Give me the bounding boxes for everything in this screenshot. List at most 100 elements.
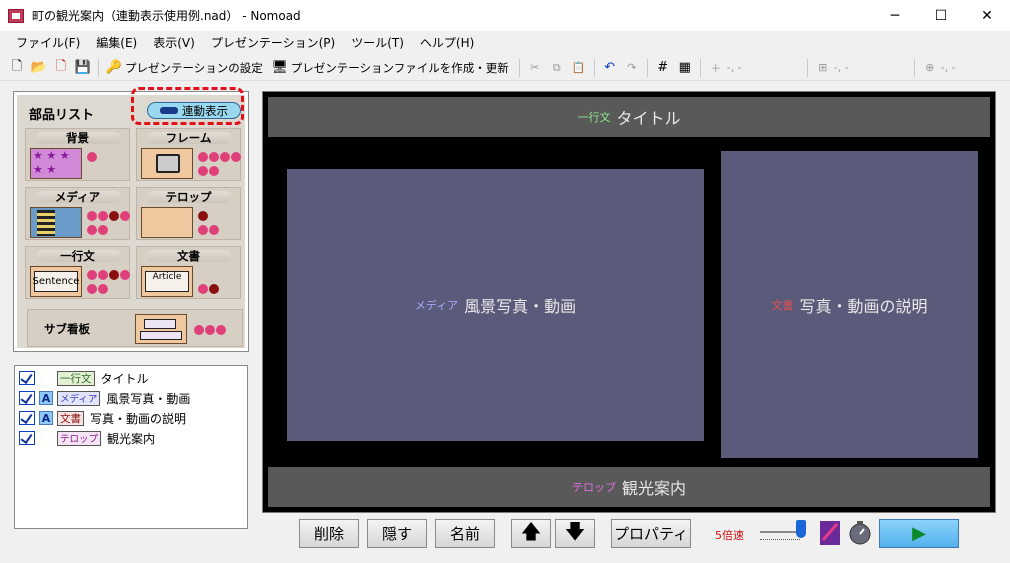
visibility-checkbox[interactable] xyxy=(19,371,35,385)
layer-type-tag: メディア xyxy=(57,390,101,406)
maximize-button[interactable]: ☐ xyxy=(918,0,964,31)
create-update-button[interactable]: プレゼンテーションファイルを作成・更新 xyxy=(291,60,509,76)
part-telop[interactable]: テロップ xyxy=(136,187,241,240)
move-up-button[interactable]: 🡅 xyxy=(511,519,551,548)
part-frame[interactable]: フレーム xyxy=(136,128,241,181)
layer-name: 風景写真・動画 xyxy=(106,391,191,406)
toolbar-separator xyxy=(913,58,915,77)
save-icon[interactable]: 💾 xyxy=(72,58,94,78)
star-pattern-icon: ★ ★ ★ ★ ★ xyxy=(30,148,82,179)
paste-icon[interactable]: 📋 xyxy=(568,58,590,78)
undo-icon[interactable]: ↶ xyxy=(599,58,621,78)
toolbar-separator xyxy=(646,58,648,77)
menu-tools[interactable]: ツール(T) xyxy=(343,33,412,53)
anchor-badge: A xyxy=(39,411,53,425)
properties-button[interactable]: プロパティ xyxy=(611,519,691,548)
media-element[interactable]: メディア 風景写真・動画 xyxy=(287,169,704,441)
settings-key-icon[interactable]: 🔑 xyxy=(103,58,125,78)
element-name: 観光案内 xyxy=(621,479,686,498)
presentation-settings-button[interactable]: プレゼンテーションの設定 xyxy=(125,60,263,76)
close-file-icon[interactable]: 🗋 xyxy=(50,58,72,78)
part-document[interactable]: 文書 Article xyxy=(136,246,241,299)
sentence-icon: Sentence xyxy=(30,266,82,297)
signboard-icon xyxy=(135,314,187,344)
part-media[interactable]: メディア xyxy=(25,187,130,240)
part-background[interactable]: 背景 ★ ★ ★ ★ ★ xyxy=(25,128,130,181)
part-oneline[interactable]: 一行文 Sentence xyxy=(25,246,130,299)
bottom-controls: 削除 隠す 名前 🡅 🡇 プロパティ 5倍速 ▶ xyxy=(0,515,1010,555)
layer-list: 一行文 タイトル A メディア 風景写真・動画 A 文書 写真・動画の説明 テロ… xyxy=(14,365,248,529)
app-icon xyxy=(8,8,24,23)
layer-row[interactable]: 一行文 タイトル xyxy=(19,369,149,387)
menu-view[interactable]: 表示(V) xyxy=(145,33,203,53)
anchor-badge: A xyxy=(39,391,53,405)
redo-icon[interactable]: ↷ xyxy=(621,58,643,78)
part-label: サブ看板 xyxy=(44,322,90,336)
menu-help[interactable]: ヘルプ(H) xyxy=(412,33,482,53)
part-label: メディア xyxy=(54,190,101,204)
grid-icon[interactable]: # xyxy=(652,58,674,78)
copy-icon[interactable]: ⧉ xyxy=(546,58,568,78)
element-name: 写真・動画の説明 xyxy=(799,296,928,316)
hide-button[interactable]: 隠す xyxy=(367,519,427,548)
visibility-checkbox[interactable] xyxy=(19,431,35,445)
toolbar: 🗋 📂 🗋 💾 🔑 プレゼンテーションの設定 🖥 プレゼンテーションファイルを作… xyxy=(0,55,1010,81)
presentation-stage[interactable]: 一行文 タイトル メディア 風景写真・動画 文書 写真・動画の説明 テロップ 観… xyxy=(262,91,996,513)
telop-element[interactable]: テロップ 観光案内 xyxy=(268,467,990,507)
timer-icon[interactable] xyxy=(848,519,872,547)
layer-name: 観光案内 xyxy=(107,431,156,446)
rename-button[interactable]: 名前 xyxy=(435,519,495,548)
part-sub-signboard[interactable]: サブ看板 xyxy=(27,309,243,347)
toolbar-separator xyxy=(518,58,520,77)
part-label: テロップ xyxy=(165,190,212,204)
menu-presentation[interactable]: プレゼンテーション(P) xyxy=(203,33,343,53)
close-button[interactable]: ✕ xyxy=(964,0,1010,31)
play-button[interactable]: ▶ xyxy=(879,519,959,548)
arrow-down-icon: 🡇 xyxy=(564,518,586,543)
speed-slider-thumb[interactable] xyxy=(796,520,806,538)
part-label: 一行文 xyxy=(60,249,95,263)
menu-edit[interactable]: 編集(E) xyxy=(88,33,145,53)
element-name: タイトル xyxy=(616,109,681,128)
element-type-tag: 一行文 xyxy=(577,111,611,124)
size-icon: ⊞ xyxy=(818,61,828,74)
fine-grid-icon[interactable]: ▦ xyxy=(674,58,696,78)
title-element[interactable]: 一行文 タイトル xyxy=(268,97,990,137)
element-type-tag: 文書 xyxy=(771,298,794,312)
minimize-button[interactable]: ─ xyxy=(872,0,918,31)
visibility-checkbox[interactable] xyxy=(19,411,35,425)
link-highlight-frame xyxy=(131,87,244,125)
move-icon: ⊕ xyxy=(925,61,935,74)
size-readout: -, - xyxy=(833,61,849,74)
menu-bar: ファイル(F) 編集(E) 表示(V) プレゼンテーション(P) ツール(T) … xyxy=(0,31,1010,55)
toolbar-separator xyxy=(806,58,808,77)
position-readout: -, - xyxy=(726,61,742,74)
document-element[interactable]: 文書 写真・動画の説明 xyxy=(721,151,978,458)
move-down-button[interactable]: 🡇 xyxy=(555,519,595,548)
delete-button[interactable]: 削除 xyxy=(299,519,359,548)
layer-type-tag: テロップ xyxy=(57,430,102,446)
mute-icon[interactable] xyxy=(818,519,842,547)
window-titlebar: 町の観光案内（連動表示使用例.nad） - Nomoad ─ ☐ ✕ xyxy=(0,0,1010,31)
new-file-icon[interactable]: 🗋 xyxy=(6,58,28,78)
part-label: 文書 xyxy=(177,249,200,263)
menu-file[interactable]: ファイル(F) xyxy=(8,33,88,53)
parts-title: 部品リスト xyxy=(29,108,95,123)
layer-row[interactable]: A 文書 写真・動画の説明 xyxy=(19,409,186,427)
element-name: 風景写真・動画 xyxy=(464,297,577,316)
telop-icon xyxy=(141,207,193,238)
element-type-tag: テロップ xyxy=(571,481,616,494)
element-type-tag: メディア xyxy=(414,299,459,312)
part-label: フレーム xyxy=(165,131,212,145)
frame-icon xyxy=(141,148,193,179)
open-folder-icon[interactable]: 📂 xyxy=(28,58,50,78)
layer-row[interactable]: テロップ 観光案内 xyxy=(19,429,155,447)
crosshair-icon: ＋ xyxy=(710,61,722,75)
offset-readout: -, - xyxy=(940,61,956,74)
visibility-checkbox[interactable] xyxy=(19,391,35,405)
cut-icon[interactable]: ✂ xyxy=(524,58,546,78)
layer-row[interactable]: A メディア 風景写真・動画 xyxy=(19,389,190,407)
monitor-icon[interactable]: 🖥 xyxy=(269,58,291,78)
window-title: 町の観光案内（連動表示使用例.nad） - Nomoad xyxy=(32,9,301,23)
layer-type-tag: 一行文 xyxy=(57,370,95,386)
